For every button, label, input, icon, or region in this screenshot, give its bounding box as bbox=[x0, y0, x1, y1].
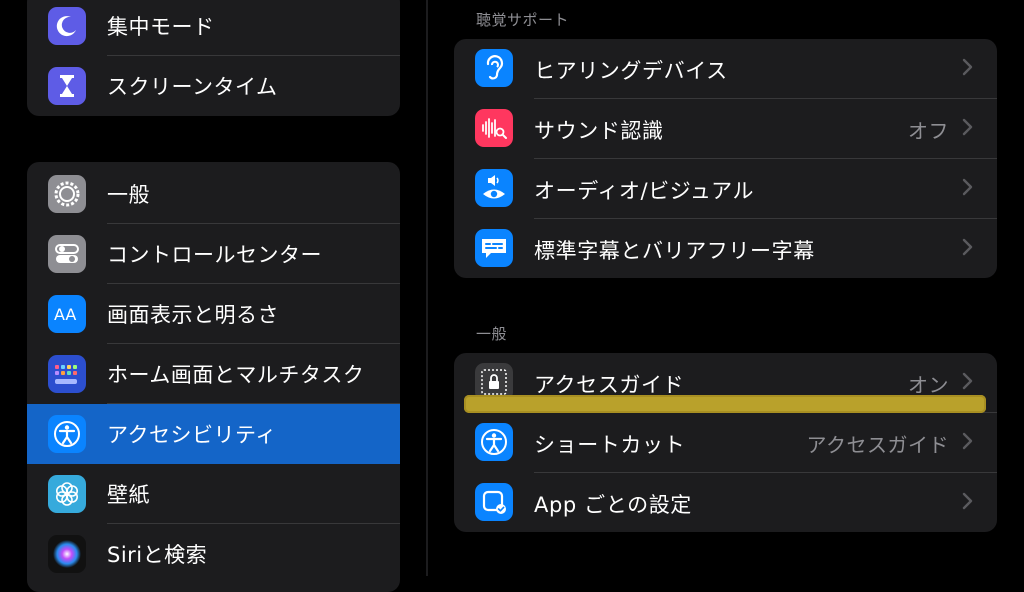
home-grid-icon bbox=[48, 355, 86, 393]
sidebar-item-screen-time[interactable]: スクリーンタイム bbox=[27, 56, 400, 116]
row-label: ヒアリングデバイス bbox=[534, 59, 728, 83]
sidebar-item-label: Siriと検索 bbox=[107, 543, 208, 567]
sidebar: 集中モード スクリーンタイム 一般 コントロールセンター AA 画面表示と明るさ… bbox=[0, 0, 426, 592]
row-label: App ごとの設定 bbox=[534, 493, 692, 517]
sidebar-item-label: 画面表示と明るさ bbox=[107, 303, 279, 327]
sidebar-item-label: コントロールセンター bbox=[107, 243, 322, 267]
chevron-right-icon bbox=[962, 238, 973, 256]
row-value: オフ bbox=[908, 119, 949, 143]
annotation-highlight-mark bbox=[464, 395, 986, 413]
text-size-icon: AA bbox=[48, 295, 86, 333]
sidebar-item-label: スクリーンタイム bbox=[107, 75, 278, 99]
sidebar-item-label: 一般 bbox=[107, 183, 150, 207]
sidebar-group-focus: 集中モード スクリーンタイム bbox=[27, 0, 400, 116]
row-value: オン bbox=[908, 373, 949, 397]
ear-icon bbox=[475, 49, 513, 87]
app-settings-icon bbox=[475, 483, 513, 521]
chevron-right-icon bbox=[962, 492, 973, 510]
row-sound-recognition[interactable]: サウンド認識 オフ bbox=[454, 99, 997, 159]
sidebar-item-wallpaper[interactable]: 壁紙 bbox=[27, 464, 400, 524]
row-label: ショートカット bbox=[534, 433, 686, 457]
sidebar-item-display[interactable]: AA 画面表示と明るさ bbox=[27, 284, 400, 344]
sidebar-item-label: アクセシビリティ bbox=[107, 423, 277, 447]
chevron-right-icon bbox=[962, 58, 973, 76]
row-label: オーディオ/ビジュアル bbox=[534, 179, 755, 203]
siri-icon bbox=[48, 535, 86, 573]
row-per-app-settings[interactable]: App ごとの設定 bbox=[454, 473, 997, 532]
sidebar-item-label: 壁紙 bbox=[107, 483, 150, 507]
chevron-right-icon bbox=[962, 372, 973, 390]
sidebar-item-label: 集中モード bbox=[107, 15, 215, 39]
row-label: 標準字幕とバリアフリー字幕 bbox=[534, 239, 815, 263]
section-title-hearing: 聴覚サポート bbox=[476, 11, 570, 29]
svg-text:AA: AA bbox=[54, 305, 76, 324]
section-title-general: 一般 bbox=[476, 325, 508, 343]
sidebar-group-settings: 一般 コントロールセンター AA 画面表示と明るさ ホーム画面とマルチタスク ア… bbox=[27, 162, 400, 592]
chevron-right-icon bbox=[962, 178, 973, 196]
toggles-icon bbox=[48, 235, 86, 273]
general-card: アクセスガイド オン ショートカット アクセスガイド App ごとの設定 bbox=[454, 353, 997, 532]
moon-icon bbox=[48, 7, 86, 45]
speaker-eye-icon bbox=[475, 169, 513, 207]
caption-icon bbox=[475, 229, 513, 267]
accessibility-icon bbox=[48, 415, 86, 453]
row-label: サウンド認識 bbox=[534, 119, 664, 143]
sidebar-item-focus[interactable]: 集中モード bbox=[27, 0, 400, 56]
sidebar-item-siri[interactable]: Siriと検索 bbox=[27, 524, 400, 584]
hourglass-icon bbox=[48, 67, 86, 105]
row-audio-visual[interactable]: オーディオ/ビジュアル bbox=[454, 159, 997, 219]
chevron-right-icon bbox=[962, 118, 973, 136]
sidebar-item-accessibility[interactable]: アクセシビリティ bbox=[27, 404, 400, 464]
hearing-card: ヒアリングデバイス サウンド認識 オフ オーディオ/ビジュアル 標準字幕とバリア… bbox=[454, 39, 997, 278]
row-hearing-devices[interactable]: ヒアリングデバイス bbox=[454, 39, 997, 99]
accessibility-icon bbox=[475, 423, 513, 461]
chevron-right-icon bbox=[962, 432, 973, 450]
sidebar-item-label: ホーム画面とマルチタスク bbox=[107, 363, 365, 387]
flower-icon bbox=[48, 475, 86, 513]
gear-icon bbox=[48, 175, 86, 213]
sidebar-item-home-screen[interactable]: ホーム画面とマルチタスク bbox=[27, 344, 400, 404]
row-shortcut[interactable]: ショートカット アクセスガイド bbox=[454, 413, 997, 473]
row-captions[interactable]: 標準字幕とバリアフリー字幕 bbox=[454, 219, 997, 278]
sound-wave-icon bbox=[475, 109, 513, 147]
sidebar-item-control-center[interactable]: コントロールセンター bbox=[27, 224, 400, 284]
sidebar-item-general[interactable]: 一般 bbox=[27, 164, 400, 224]
row-value: アクセスガイド bbox=[806, 433, 949, 457]
